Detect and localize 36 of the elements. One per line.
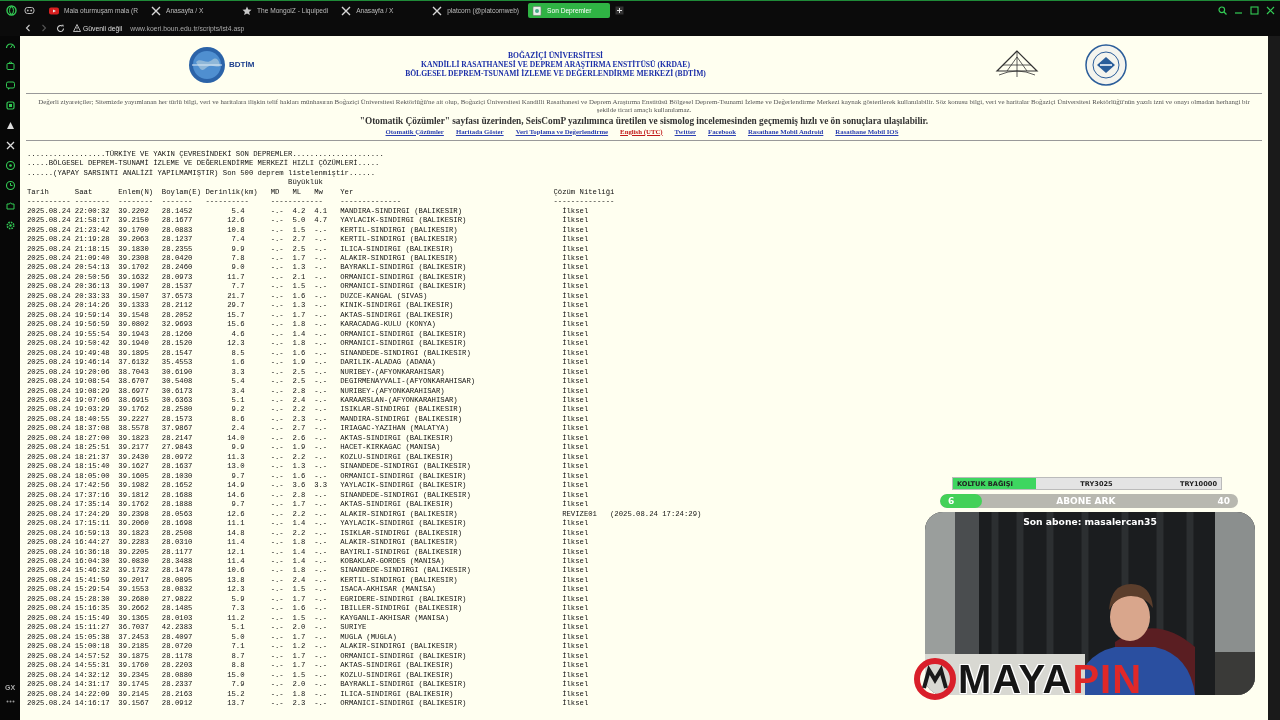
square-icon[interactable] — [4, 100, 16, 111]
star-icon — [242, 5, 252, 16]
x-logo-icon — [341, 5, 352, 16]
goal-label: ABONE ARK — [1056, 496, 1116, 506]
gx-logo-icon[interactable] — [6, 5, 17, 16]
goal-count: 6 — [948, 496, 955, 506]
announcement-text: "Otomatik Çözümler" sayfası üzerinden, SeisComP yazılımınca üretilen ve sismolog incelemesinden geçmemiş hızlı ve ön sonuçlara ulaşılabilir. — [358, 114, 930, 127]
logo-text: BDTİM — [229, 60, 255, 69]
play-circle-icon[interactable] — [4, 160, 16, 171]
maximize-icon[interactable] — [1250, 6, 1259, 15]
close-icon[interactable] — [1266, 6, 1275, 15]
search-icon[interactable] — [1218, 6, 1227, 15]
bag-icon[interactable] — [4, 60, 16, 71]
back-icon[interactable] — [24, 24, 32, 32]
clock-icon[interactable] — [4, 180, 16, 191]
subscriber-caption: Son abone: masalercan35 — [1023, 516, 1157, 527]
reload-icon[interactable] — [56, 23, 65, 33]
gamepad-icon[interactable] — [24, 6, 35, 15]
globe-logo-icon — [188, 45, 226, 84]
goal-target: 40 — [1217, 496, 1230, 506]
triangle-icon[interactable] — [4, 120, 16, 131]
university-seal-icon — [1084, 42, 1128, 87]
video-play-icon — [49, 5, 59, 16]
ring-logo-icon — [914, 658, 956, 700]
new-tab-icon[interactable] — [615, 6, 625, 15]
puzzle-icon[interactable] — [4, 200, 16, 211]
speedometer-icon[interactable] — [4, 40, 16, 51]
more-icon[interactable] — [5, 700, 15, 703]
scrollbar[interactable] — [1268, 36, 1280, 720]
settings-icon[interactable] — [4, 220, 16, 231]
warning-icon — [73, 24, 81, 32]
chat-icon[interactable] — [4, 80, 16, 91]
x-logo-icon — [151, 5, 161, 16]
page-icon — [532, 5, 543, 16]
x-logo-icon — [432, 5, 443, 16]
x-logo-icon[interactable] — [4, 140, 16, 151]
